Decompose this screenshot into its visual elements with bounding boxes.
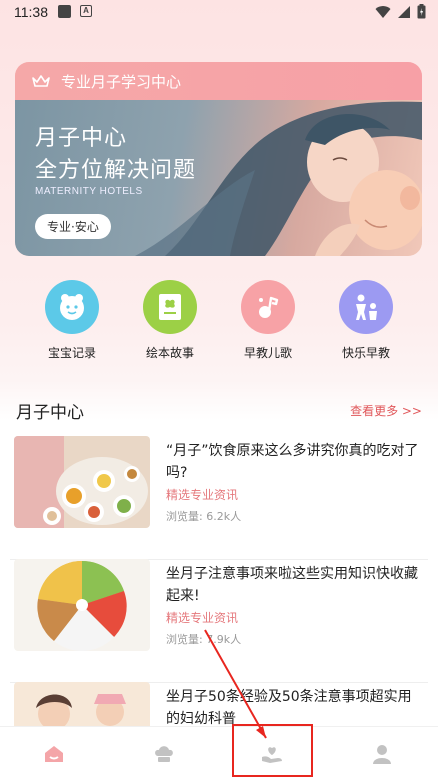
nav-recipes[interactable] — [134, 727, 194, 780]
article-item[interactable]: “月子”饮食原来这么多讲究你真的吃对了吗? 精选专业资讯 浏览量: 6.2k人 — [0, 436, 438, 560]
banner-header-title: 专业月子学习中心 — [61, 73, 182, 91]
status-bar: 11:38 A — [0, 0, 438, 26]
article-tag: 精选专业资讯 — [166, 611, 239, 625]
promo-banner[interactable]: 专业月子学习中心 月子中心 全方位解决问题 MATERNITY HOTELS 专… — [15, 62, 422, 256]
kids-play-icon — [339, 280, 393, 334]
quick-link-label: 早教儿歌 — [243, 346, 292, 360]
quick-links: 宝宝记录 绘本故事 早教儿歌 快乐早教 — [0, 280, 438, 362]
quick-link-baby-record[interactable]: 宝宝记录 — [27, 280, 117, 361]
banner-header: 专业月子学习中心 — [15, 62, 422, 100]
quick-link-nursery-rhymes[interactable]: 早教儿歌 — [223, 280, 313, 361]
wifi-icon — [375, 5, 391, 18]
crown-icon — [32, 75, 50, 87]
quick-link-picture-book[interactable]: 绘本故事 — [125, 280, 215, 361]
notification-icon — [58, 5, 71, 18]
battery-icon — [417, 4, 426, 19]
article-thumbnail-food — [14, 436, 150, 528]
quick-link-happy-education[interactable]: 快乐早教 — [321, 280, 411, 361]
article-item[interactable]: 坐月子注意事项来啦这些实用知识快收藏起来! 精选专业资讯 浏览量: 7.9k人 — [0, 559, 438, 683]
article-title: 坐月子注意事项来啦这些实用知识快收藏起来! — [166, 566, 418, 604]
baby-face-icon — [45, 280, 99, 334]
article-views: 浏览量: 7.9k人 — [166, 633, 242, 646]
article-title: “月子”饮食原来这么多讲究你真的吃对了吗? — [166, 443, 419, 481]
banner-body: 月子中心 全方位解决问题 MATERNITY HOTELS 专业·安心 — [15, 100, 422, 256]
banner-title-line1: 月子中心 — [35, 126, 128, 151]
article-tag: 精选专业资讯 — [166, 488, 239, 502]
notification-a-icon: A — [80, 5, 92, 17]
nav-profile[interactable] — [352, 727, 412, 780]
signal-icon — [398, 5, 410, 18]
quick-link-label: 绘本故事 — [145, 346, 194, 360]
home-icon — [45, 746, 63, 762]
annotation-highlight-box — [232, 724, 313, 777]
quick-link-label: 宝宝记录 — [47, 346, 96, 360]
picture-book-icon — [143, 280, 197, 334]
banner-title-line2: 全方位解决问题 — [35, 158, 197, 183]
profile-icon — [373, 745, 391, 764]
quick-link-label: 快乐早教 — [341, 346, 390, 360]
music-note-icon — [241, 280, 295, 334]
article-thumbnail-food-wheel — [14, 559, 150, 651]
bottom-navigation — [0, 726, 438, 780]
view-more-link[interactable]: 查看更多 >> — [350, 402, 422, 419]
banner-subtitle: MATERNITY HOTELS — [35, 186, 143, 197]
section-title: 月子中心 — [16, 403, 84, 423]
status-time: 11:38 — [14, 4, 48, 20]
banner-pill-button[interactable]: 专业·安心 — [35, 214, 111, 239]
article-views: 浏览量: 6.2k人 — [166, 510, 242, 523]
chef-hat-icon — [155, 746, 173, 762]
nav-home[interactable] — [24, 727, 84, 780]
